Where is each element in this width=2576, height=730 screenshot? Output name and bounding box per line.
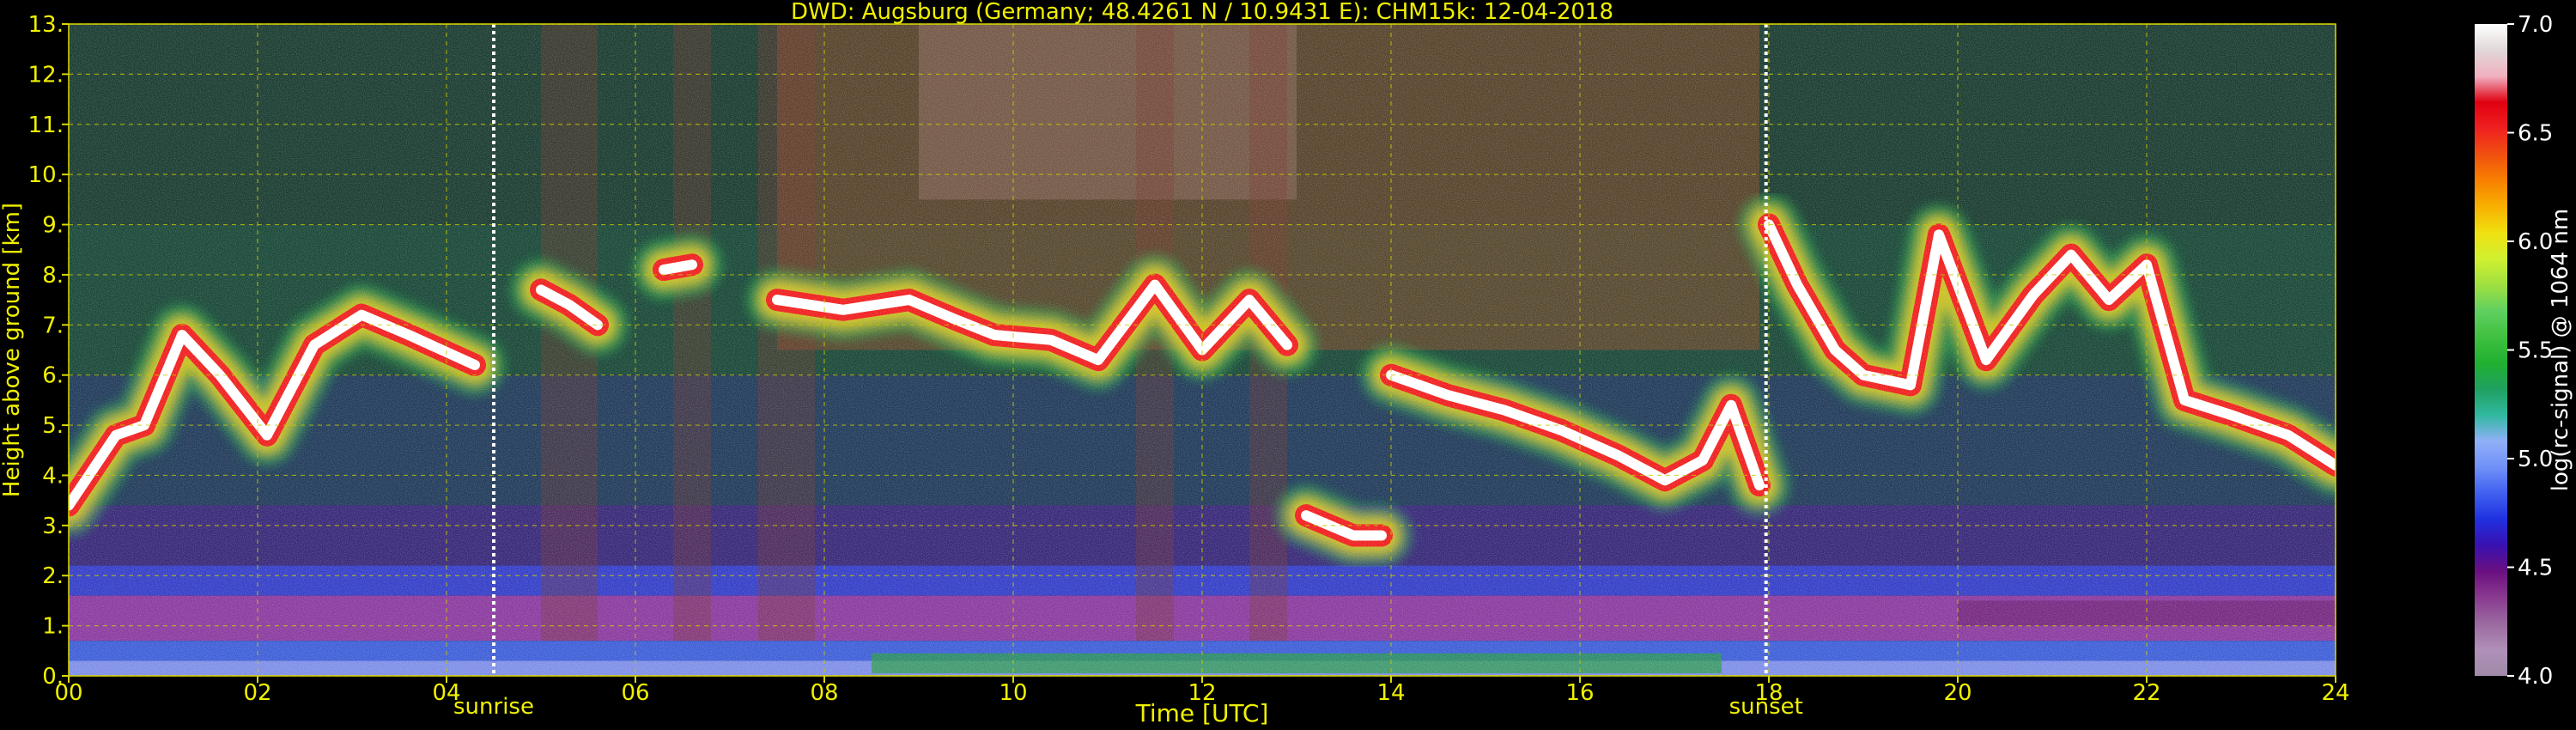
x-tick-label: 02 bbox=[243, 680, 271, 706]
ceilometer-figure: sunrise sunset 00 02 04 06 08 10 12 14 16 18 20 22 24… bbox=[0, 0, 2573, 727]
x-tick-label: 10 bbox=[999, 680, 1027, 706]
colorbar-ticks: 4.04.55.05.56.06.57.0 bbox=[2507, 12, 2553, 690]
x-tick-label: 06 bbox=[621, 680, 649, 706]
y-tick-label: 7. bbox=[42, 313, 64, 338]
y-tick-label: 5. bbox=[42, 413, 64, 439]
y-tick-label: 6. bbox=[42, 363, 64, 389]
x-tick-label: 18 bbox=[1754, 680, 1783, 706]
colorbar-tick-label: 4.0 bbox=[2518, 664, 2553, 690]
x-tick-label: 08 bbox=[810, 680, 838, 706]
y-tick-label: 1. bbox=[42, 614, 64, 640]
colorbar-tick-label: 7.0 bbox=[2518, 12, 2553, 38]
x-tick-label: 16 bbox=[1565, 680, 1594, 706]
colorbar-tick-label: 4.5 bbox=[2518, 556, 2553, 581]
marker-label: sunrise bbox=[453, 694, 534, 720]
x-tick-label: 24 bbox=[2321, 680, 2349, 706]
colorbar-label: log(rc-signal) @ 1064 nm bbox=[2548, 209, 2573, 491]
y-tick-label: 2. bbox=[42, 563, 64, 589]
y-tick-label: 12. bbox=[28, 62, 64, 88]
y-tick-label: 4. bbox=[42, 463, 64, 489]
y-axis-ticks: 0. 1. 2. 3. 4. 5. 6. 7. 8. 9. 10. 11. 12. 13. bbox=[28, 12, 69, 690]
colorbar-scale bbox=[2475, 24, 2507, 676]
x-tick-label: 20 bbox=[1943, 680, 1971, 706]
y-tick-label: 11. bbox=[28, 113, 64, 138]
colorbar-tick-label: 6.5 bbox=[2518, 121, 2553, 147]
y-tick-label: 9. bbox=[42, 213, 64, 239]
y-tick-label: 8. bbox=[42, 263, 64, 289]
y-tick-label: 13. bbox=[28, 12, 64, 38]
y-axis-label: Height above ground [km] bbox=[0, 203, 25, 497]
x-tick-label: 22 bbox=[2132, 680, 2160, 706]
x-tick-label: 14 bbox=[1376, 680, 1405, 706]
y-tick-label: 10. bbox=[28, 162, 64, 188]
y-tick-label: 3. bbox=[42, 514, 64, 539]
chart-title: DWD: Augsburg (Germany; 48.4261 N / 10.9… bbox=[791, 0, 1613, 25]
y-tick-label: 0. bbox=[42, 664, 64, 690]
x-axis-label: Time [UTC] bbox=[1135, 699, 1269, 727]
colorbar: 4.04.55.05.56.06.57.0 log(rc-signal) @ 1… bbox=[2475, 12, 2573, 690]
x-tick-label: 04 bbox=[432, 680, 460, 706]
